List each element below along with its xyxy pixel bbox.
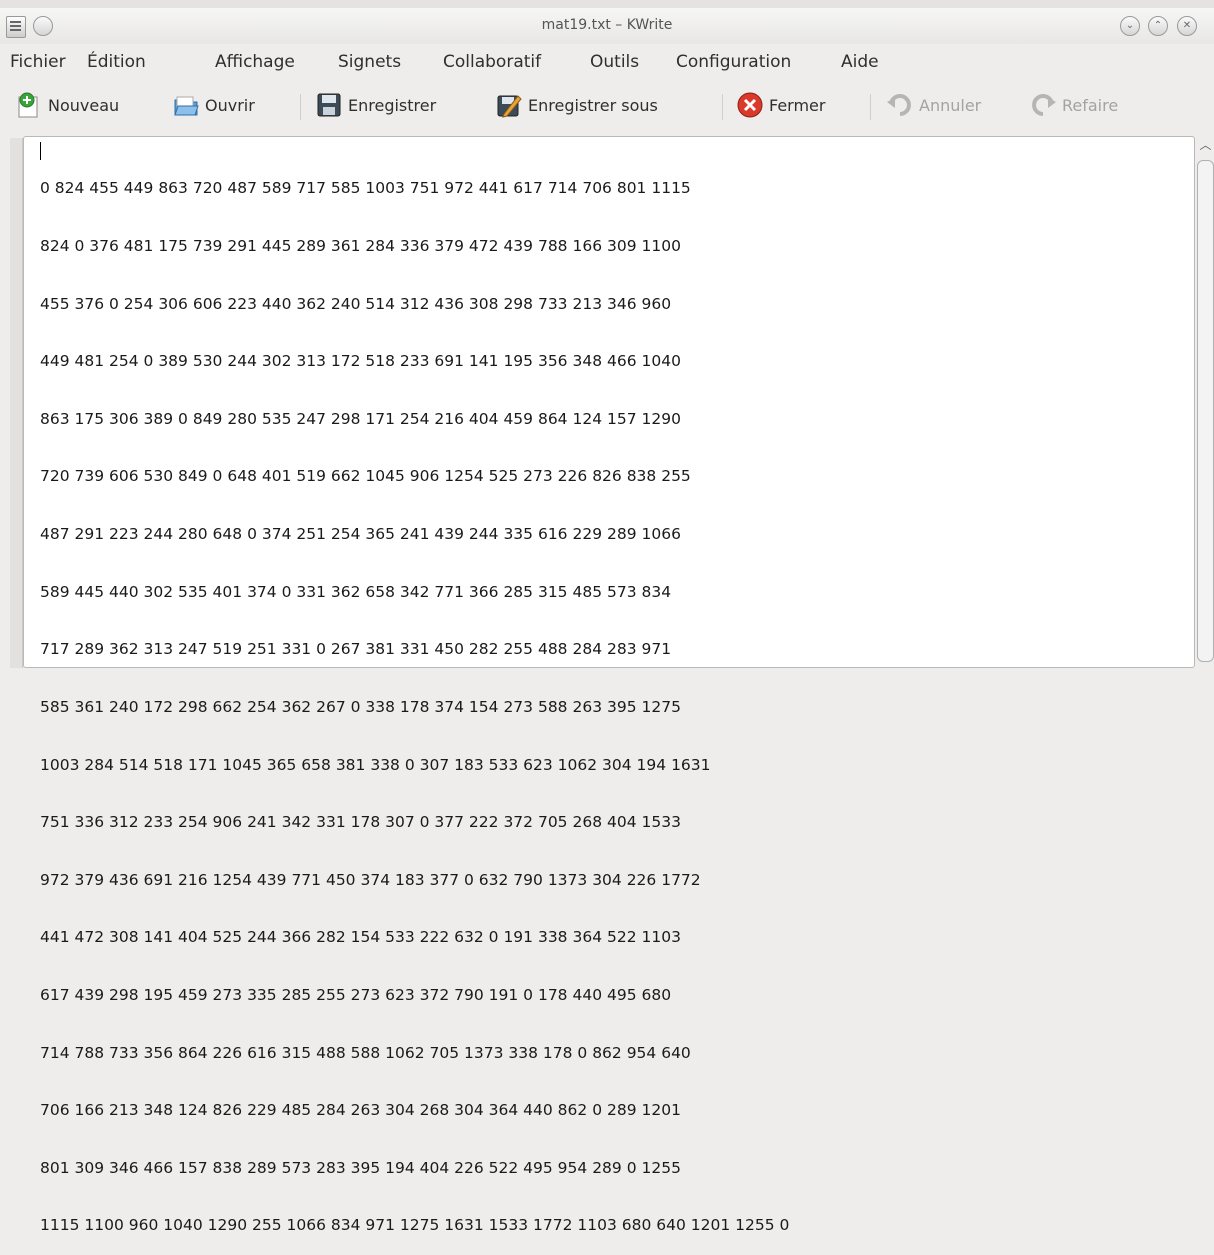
close-file-button-label: Fermer <box>769 95 826 115</box>
vertical-scrollbar[interactable] <box>1197 160 1214 662</box>
menu-edition[interactable]: Édition <box>87 52 146 72</box>
toolbar-separator <box>870 94 871 120</box>
close-window-button[interactable]: ✕ <box>1177 16 1197 36</box>
text-cursor <box>40 142 41 160</box>
text-line: 1115 1100 960 1040 1290 255 1066 834 971… <box>40 1216 790 1235</box>
redo-icon <box>1030 92 1056 118</box>
text-line: 0 824 455 449 863 720 487 589 717 585 10… <box>40 179 691 198</box>
screen-top-strip <box>0 0 1214 8</box>
close-circle-icon <box>737 92 763 118</box>
text-line: 751 336 312 233 254 906 241 342 331 178 … <box>40 813 681 832</box>
menu-fichier[interactable]: Fichier <box>10 52 66 72</box>
editor-side-panel <box>10 138 23 668</box>
text-line: 714 788 733 356 864 226 616 315 488 588 … <box>40 1043 691 1062</box>
folder-open-icon <box>173 92 199 118</box>
menu-signets[interactable]: Signets <box>338 52 401 72</box>
chevron-up-icon: ⌃ <box>1153 20 1163 31</box>
menu-collaboratif[interactable]: Collaboratif <box>443 52 541 72</box>
undo-button-label: Annuler <box>919 95 982 115</box>
new-document-icon <box>16 92 42 118</box>
text-line: 972 379 436 691 216 1254 439 771 450 374… <box>40 870 701 889</box>
text-line: 441 472 308 141 404 525 244 366 282 154 … <box>40 928 681 947</box>
text-line: 1003 284 514 518 171 1045 365 658 381 33… <box>40 755 711 774</box>
text-line: 717 289 362 313 247 519 251 331 0 267 38… <box>40 640 672 659</box>
minimize-button[interactable]: ⌄ <box>1120 16 1140 36</box>
toolbar-separator <box>722 94 723 120</box>
text-line: 824 0 376 481 175 739 291 445 289 361 28… <box>40 237 681 256</box>
save-as-button[interactable]: Enregistrer sous <box>496 90 658 120</box>
undo-icon <box>887 92 913 118</box>
new-button[interactable]: Nouveau <box>16 90 119 120</box>
text-line: 720 739 606 530 849 0 648 401 519 662 10… <box>40 467 691 486</box>
chevron-down-icon: ⌄ <box>1125 20 1135 31</box>
save-as-button-label: Enregistrer sous <box>528 95 658 115</box>
main-toolbar: Nouveau Ouvrir Enregistrer Enregistrer s… <box>0 82 1214 128</box>
save-button-label: Enregistrer <box>348 95 437 115</box>
text-line: 449 481 254 0 389 530 244 302 313 172 51… <box>40 352 681 371</box>
menu-configuration[interactable]: Configuration <box>676 52 791 72</box>
menu-aide[interactable]: Aide <box>841 52 879 72</box>
close-file-button[interactable]: Fermer <box>737 90 825 120</box>
chevron-up-icon: ︿ <box>1199 138 1212 152</box>
save-button[interactable]: Enregistrer <box>316 90 436 120</box>
window-titlebar[interactable]: mat19.txt – KWrite ⌄ ⌃ ✕ <box>0 8 1214 44</box>
text-line: 455 376 0 254 306 606 223 440 362 240 51… <box>40 294 672 313</box>
toolbar-separator <box>300 94 301 120</box>
save-as-icon <box>496 92 522 118</box>
text-line: 585 361 240 172 298 662 254 362 267 0 33… <box>40 697 681 716</box>
open-button-label: Ouvrir <box>205 95 255 115</box>
editor-text[interactable]: 0 824 455 449 863 720 487 589 717 585 10… <box>40 141 789 1255</box>
text-line: 863 175 306 389 0 849 280 535 247 298 17… <box>40 409 681 428</box>
save-icon <box>316 92 342 118</box>
text-line: 589 445 440 302 535 401 374 0 331 362 65… <box>40 582 672 601</box>
new-button-label: Nouveau <box>48 95 120 115</box>
close-icon: ✕ <box>1182 20 1192 31</box>
scroll-up-arrow[interactable]: ︿ <box>1197 136 1214 158</box>
redo-button[interactable]: Refaire <box>1030 90 1118 120</box>
menu-bar: Fichier Édition Affichage Signets Collab… <box>0 46 1214 78</box>
text-line: 801 309 346 466 157 838 289 573 283 395 … <box>40 1158 681 1177</box>
text-line: 617 439 298 195 459 273 335 285 255 273 … <box>40 985 672 1004</box>
window-title: mat19.txt – KWrite <box>541 17 673 33</box>
redo-button-label: Refaire <box>1062 95 1119 115</box>
open-button[interactable]: Ouvrir <box>173 90 255 120</box>
menu-outils[interactable]: Outils <box>590 52 639 72</box>
maximize-button[interactable]: ⌃ <box>1148 16 1168 36</box>
menu-affichage[interactable]: Affichage <box>215 52 295 72</box>
text-line: 487 291 223 244 280 648 0 374 251 254 36… <box>40 525 681 544</box>
text-line: 706 166 213 348 124 826 229 485 284 263 … <box>40 1101 681 1120</box>
undo-button[interactable]: Annuler <box>887 90 981 120</box>
